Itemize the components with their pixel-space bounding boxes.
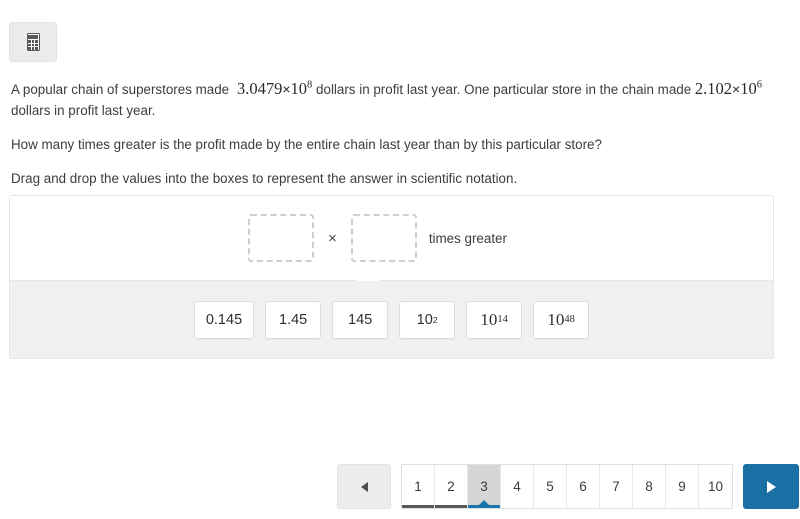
stem-text-part-1: A popular chain of superstores made [11, 82, 230, 97]
tile-base: 10 [416, 312, 433, 328]
math-expression-store-profit: 2.102×106 [695, 79, 762, 98]
drag-drop-panel: × times greater 0.145 1.45 145 10 2 10 14 … [9, 195, 774, 359]
times-greater-label: times greater [428, 230, 507, 246]
math2-exponent: 6 [756, 79, 763, 91]
tile-option[interactable]: 10 2 [399, 301, 456, 339]
calculator-button[interactable] [9, 22, 57, 62]
tile-option[interactable]: 145 [332, 301, 389, 339]
triangle-left-icon [360, 481, 368, 492]
page-number-10[interactable]: 10 [699, 465, 732, 508]
current-page-caret-icon [479, 500, 489, 505]
page-number-2[interactable]: 2 [435, 465, 468, 508]
math2-times: × [732, 81, 741, 97]
page-number-6[interactable]: 6 [567, 465, 600, 508]
mantissa-dropbox[interactable] [248, 214, 315, 262]
math1-exponent: 8 [307, 79, 313, 91]
tile-base: 10 [480, 310, 498, 329]
page-number-4[interactable]: 4 [501, 465, 534, 508]
page-number-8[interactable]: 8 [633, 465, 666, 508]
multiplication-operator: × [328, 229, 337, 247]
math1-mantissa: 3.0479 [236, 79, 283, 98]
calculator-icon [26, 33, 40, 51]
math2-base: 10 [740, 79, 757, 98]
pagination: 1 2 3 4 5 6 7 8 9 10 [337, 464, 799, 510]
tile-option[interactable]: 0.145 [193, 301, 255, 339]
question-prompt: How many times greater is the profit mad… [11, 137, 602, 152]
tile-option[interactable]: 1.45 [265, 301, 322, 339]
stem-text-part-3: dollars in profit last year. [11, 103, 156, 118]
tile-option[interactable]: 10 48 [533, 301, 590, 339]
math1-times: × [282, 81, 291, 97]
dropzone-area: × times greater [10, 196, 773, 280]
page-number-7[interactable]: 7 [600, 465, 633, 508]
math-expression-chain-profit: 3.0479×108 [233, 79, 312, 98]
stem-text-part-2: dollars in profit last year. One particu… [316, 82, 692, 97]
question-stem: A popular chain of superstores made 3.04… [11, 78, 763, 121]
page-number-1[interactable]: 1 [402, 465, 435, 508]
math2-mantissa: 2.102 [694, 79, 733, 98]
page-number-9[interactable]: 9 [666, 465, 699, 508]
previous-page-button[interactable] [337, 464, 391, 509]
tray-notch-icon [355, 269, 380, 281]
exponent-dropbox[interactable] [350, 214, 417, 262]
tile-base: 10 [547, 310, 565, 329]
page-number-5[interactable]: 5 [534, 465, 567, 508]
tile-option[interactable]: 10 14 [466, 301, 523, 339]
triangle-right-icon [766, 480, 776, 493]
page-number-list: 1 2 3 4 5 6 7 8 9 10 [401, 464, 733, 509]
question-instruction: Drag and drop the values into the boxes … [11, 171, 518, 186]
next-page-button[interactable] [743, 464, 799, 509]
tile-tray: 0.145 1.45 145 10 2 10 14 10 48 [10, 269, 773, 358]
page-number-3[interactable]: 3 [468, 465, 501, 508]
page-number-3-label: 3 [480, 479, 488, 494]
math1-base: 10 [290, 79, 308, 98]
